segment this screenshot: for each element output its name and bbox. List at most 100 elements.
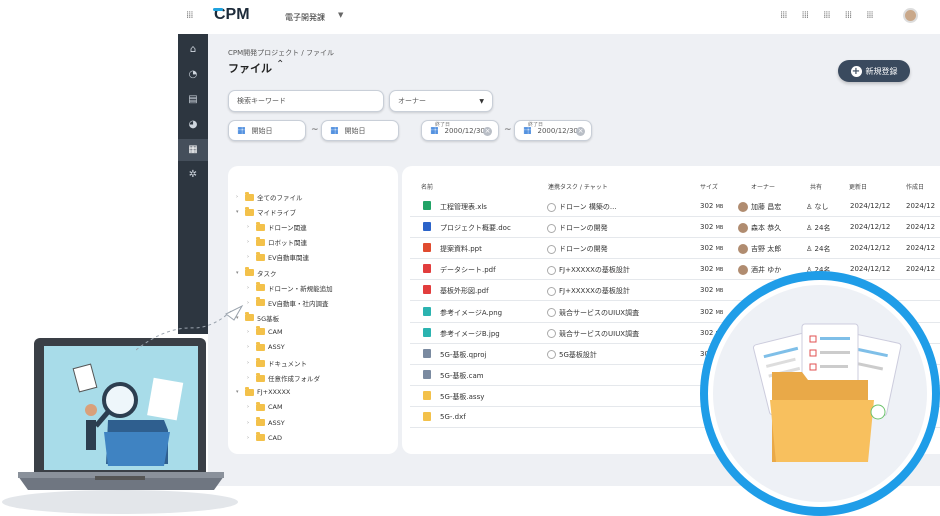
gear-icon[interactable]: ✲ [178,164,208,186]
column-header[interactable]: 共有 [810,182,822,191]
grid-icon[interactable]: ⁞⁞⁞ [845,10,852,21]
range-separator: ~ [311,125,319,135]
file-name[interactable]: 工程管理表.xls [440,202,487,212]
grid-icon[interactable]: ⁞⁞⁞ [802,10,809,21]
clipboard-icon[interactable]: ▤ [178,89,208,111]
end-date-field[interactable]: 終了日 ▦ 2000/12/30 × [421,120,499,141]
chevron-down-icon[interactable]: ▼ [338,11,343,19]
file-size: 302 MB [700,223,724,232]
tree-item[interactable]: ▾ マイドライブ [236,206,296,217]
tree-item[interactable]: › ドローン関連 [247,221,307,232]
file-name[interactable]: 5G-基板.cam [440,371,484,381]
tree-item[interactable]: › CAM [247,401,283,412]
tree-item[interactable]: › ASSY [247,417,285,427]
tree-item[interactable]: › CAD [247,432,282,442]
grid-icon[interactable]: ⁞⁞⁞ [823,10,830,21]
chevron-right-icon[interactable]: › [247,224,253,230]
plus-icon: + [850,65,862,77]
app-logo[interactable]: CPM [213,6,250,24]
task-icon [547,308,556,317]
start-date-field-2[interactable]: ▦ 開始日 [321,120,399,141]
tree-item[interactable]: › 全てのファイル [236,191,303,202]
app-launcher-icon[interactable]: ⁞⁞⁞ [186,10,193,21]
tree-item-label: ドキュメント [268,360,307,369]
new-register-button[interactable]: + 新規登録 [838,60,910,82]
file-name[interactable]: プロジェクト概要.doc [440,223,511,233]
tree-item[interactable]: › ドキュメント [247,357,307,369]
column-header[interactable]: 更新日 [849,182,867,191]
file-name[interactable]: 5G-.dxf [440,413,466,421]
owner-select[interactable]: オーナー ▼ [389,90,493,112]
linked-task[interactable]: 競合サービスのUIUX調査 [547,329,639,339]
owner: 吉野 太郎 [738,244,781,255]
folder-icon [256,251,265,261]
chevron-right-icon[interactable]: › [247,254,253,260]
file-row[interactable]: 工程管理表.xls ドローン 構築の... 302 MB 加藤 昌宏 ♙ なし 2024/… [410,196,940,217]
file-name[interactable]: 5G-基板.qproj [440,350,486,360]
linked-task[interactable]: ドローンの開発 [547,223,608,233]
breadcrumb[interactable]: CPM開発プロジェクト / ファイル [228,48,334,58]
folder-icon [256,401,265,411]
tree-item-label: EV自動車・社内調査 [268,299,329,308]
tree-item-label: タスク [257,269,277,278]
linked-task[interactable]: 競合サービスのUIUX調査 [547,308,639,318]
task-icon [547,202,556,212]
linked-task[interactable]: ドローン 構築の... [547,202,617,212]
chevron-up-icon[interactable]: ⌃ [276,59,284,70]
task-icon [547,350,556,360]
column-header[interactable]: 連携タスク / チャット [548,182,608,191]
chevron-right-icon[interactable]: › [247,239,253,245]
file-name[interactable]: 基板外形図.pdf [440,286,489,296]
start-date-field[interactable]: ▦ 開始日 [228,120,306,141]
files-icon[interactable]: ▦ [178,139,208,161]
home-icon[interactable]: ⌂ [178,39,208,61]
bell-icon[interactable]: ◔ [178,64,208,86]
created-date: 2024/12 [906,244,936,253]
end-date-field-2[interactable]: 終了日 ▦ 2000/12/30 × [514,120,592,141]
share-count[interactable]: ♙ 24名 [806,223,830,233]
chart-icon[interactable]: ◕ [178,114,208,136]
tree-item-label: ドローン・新規能追加 [268,284,333,293]
linked-task[interactable]: 5G基板設計 [547,350,597,360]
share-count[interactable]: ♙ なし [806,202,829,212]
column-header[interactable]: サイズ [700,182,718,191]
calendar-icon: ▦ [237,125,246,136]
linked-task[interactable]: FJ+XXXXXの基板設計 [547,286,630,296]
tree-item[interactable]: › 任意作成フォルダ [247,372,320,383]
image-file-icon [423,306,431,316]
chevron-right-icon[interactable]: › [236,194,242,200]
department-selector[interactable]: 電子開発課 [285,12,325,23]
file-name[interactable]: 参考イメージB.jpg [440,329,500,339]
file-name[interactable]: 5G-基板.assy [440,392,484,402]
column-header[interactable]: 名前 [421,182,433,191]
file-name[interactable]: 提案資料.ppt [440,244,482,254]
chevron-down-icon: ▼ [479,97,484,105]
share-count[interactable]: ♙ 24名 [806,244,830,254]
task-icon [547,265,556,275]
clear-icon[interactable]: × [576,127,585,136]
page-title: ファイル [228,62,272,75]
chevron-down-icon[interactable]: ▾ [236,209,242,215]
file-name[interactable]: 参考イメージA.png [440,308,502,318]
tree-item[interactable]: › ロボット関連 [247,236,307,247]
pdf-file-icon [423,285,431,295]
tree-item[interactable]: › ドローン・新規能追加 [247,282,333,293]
tree-item[interactable]: › EV自動車・社内調査 [247,297,329,308]
tree-item-label: ASSY [268,343,285,351]
column-header[interactable]: オーナー [751,182,775,191]
file-name[interactable]: データシート.pdf [440,265,496,275]
linked-task[interactable]: ドローンの開発 [547,244,608,254]
file-row[interactable]: データシート.pdfFJ+XXXXXの基板設計302 MB酒井 ゆか♙ 24名2… [410,259,940,281]
search-input[interactable]: 検索キーワード [228,90,384,112]
column-header[interactable]: 作成日 [906,182,924,191]
file-row[interactable]: 提案資料.ppt ドローンの開発 302 MB 吉野 太郎 ♙ 24名 2024/12/1… [410,238,940,260]
tree-item-label: CAM [268,403,283,412]
range-separator: ~ [504,125,512,135]
grid-icon[interactable]: ⁞⁞⁞ [780,10,787,21]
clear-icon[interactable]: × [483,127,492,136]
grid-icon[interactable]: ⁞⁞⁞ [866,10,873,21]
file-row[interactable]: プロジェクト概要.doc ドローンの開発 302 MB 森本 恭久 ♙ 24名 2024/… [410,217,940,239]
linked-task[interactable]: FJ+XXXXXの基板設計 [547,265,630,275]
tree-item[interactable]: › EV自動車関連 [247,251,309,262]
user-avatar[interactable] [903,8,918,23]
